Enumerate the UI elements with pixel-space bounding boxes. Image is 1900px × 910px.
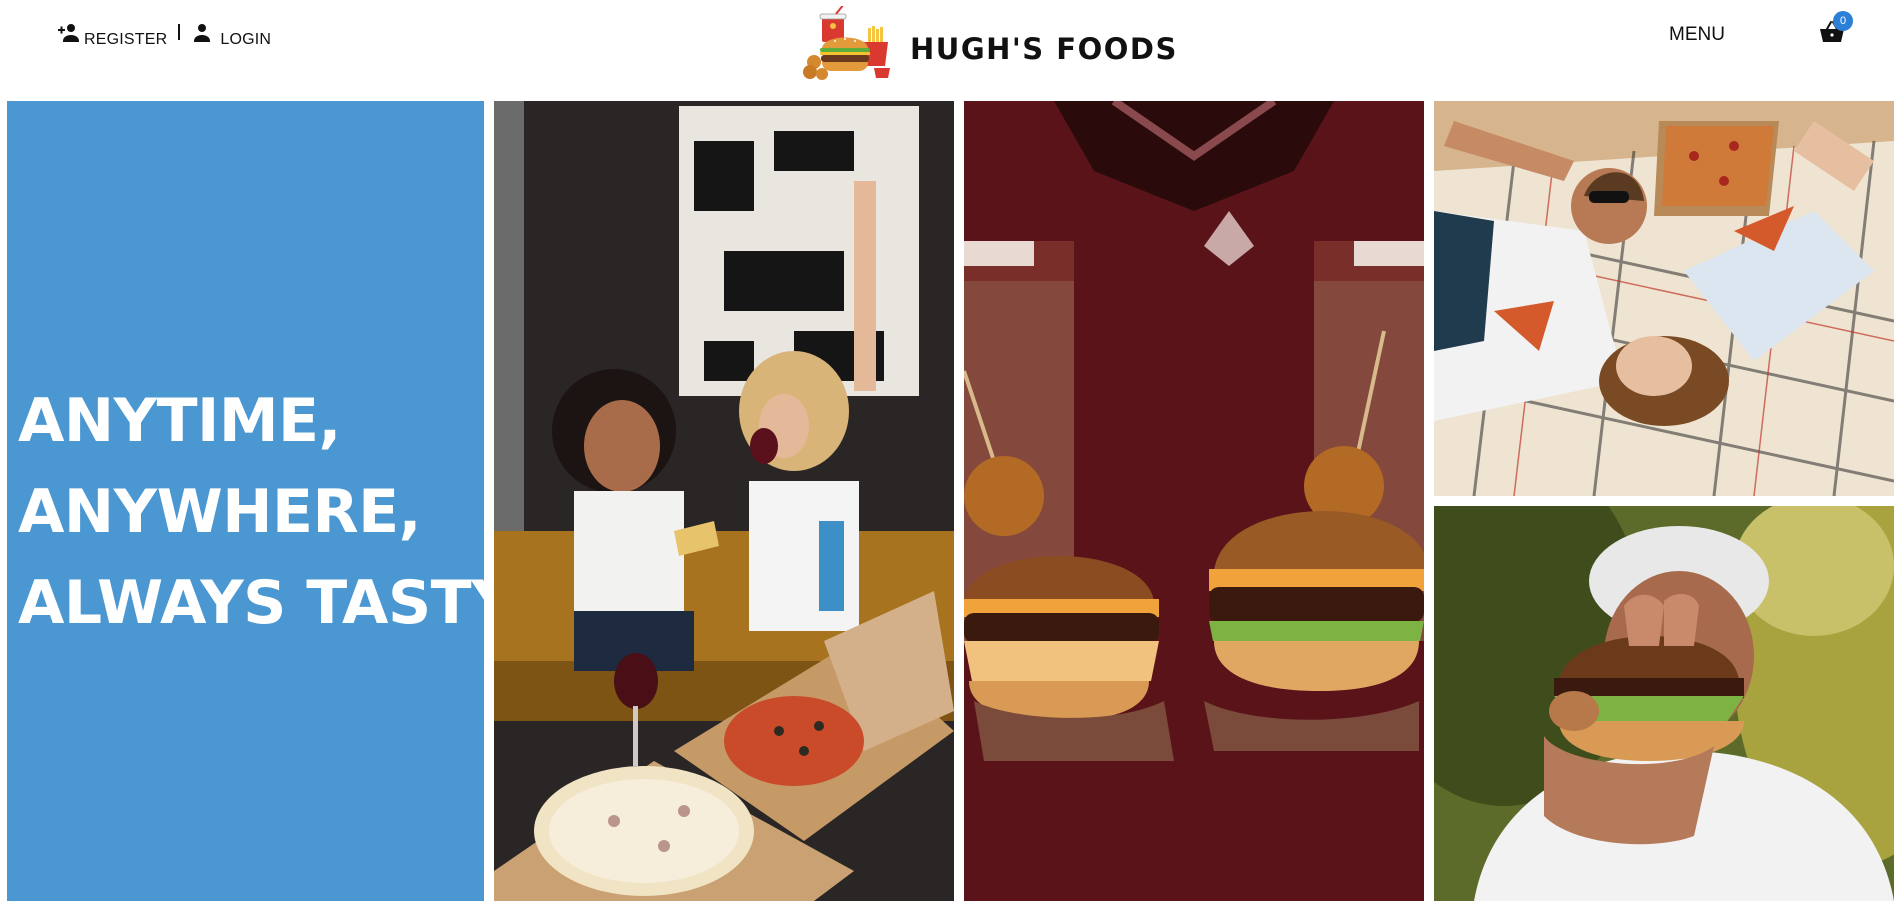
- man-burger-photo: [1434, 506, 1894, 901]
- fast-food-logo: [803, 6, 890, 80]
- brand-name: HUGH'S FOODS: [910, 32, 1178, 66]
- hero-tagline-panel: ANYTIME, ANYWHERE, ALWAYS TASTY: [7, 101, 515, 901]
- site-header: REGISTER LOGIN HUGH'S FOODS MENU 0: [0, 0, 1900, 100]
- picnic-pizza-photo: [1434, 101, 1894, 496]
- brand-home-link[interactable]: HUGH'S FOODS: [800, 6, 1178, 82]
- hero-tagline-line-2: ANYWHERE,: [18, 477, 421, 547]
- menu-link[interactable]: MENU: [1669, 24, 1725, 46]
- person-add-icon: [58, 24, 79, 42]
- auth-divider: [178, 24, 181, 40]
- burgers-held-photo: [964, 101, 1424, 901]
- login-link[interactable]: LOGIN: [193, 22, 271, 49]
- auth-links: REGISTER LOGIN: [57, 22, 271, 49]
- friends-pizza-photo: [494, 101, 954, 901]
- hero-tagline-line-3: ALWAYS TASTY: [18, 568, 515, 638]
- cart-count-badge: 0: [1833, 11, 1853, 31]
- cart-button[interactable]: 0: [1819, 11, 1853, 46]
- person-icon: [194, 24, 211, 42]
- login-label: LOGIN: [220, 31, 272, 48]
- register-label: REGISTER: [84, 31, 168, 48]
- hero-tagline-line-1: ANYTIME,: [18, 386, 341, 456]
- register-link[interactable]: REGISTER: [57, 22, 167, 49]
- hero-tagline: ANYTIME, ANYWHERE, ALWAYS TASTY: [18, 376, 515, 649]
